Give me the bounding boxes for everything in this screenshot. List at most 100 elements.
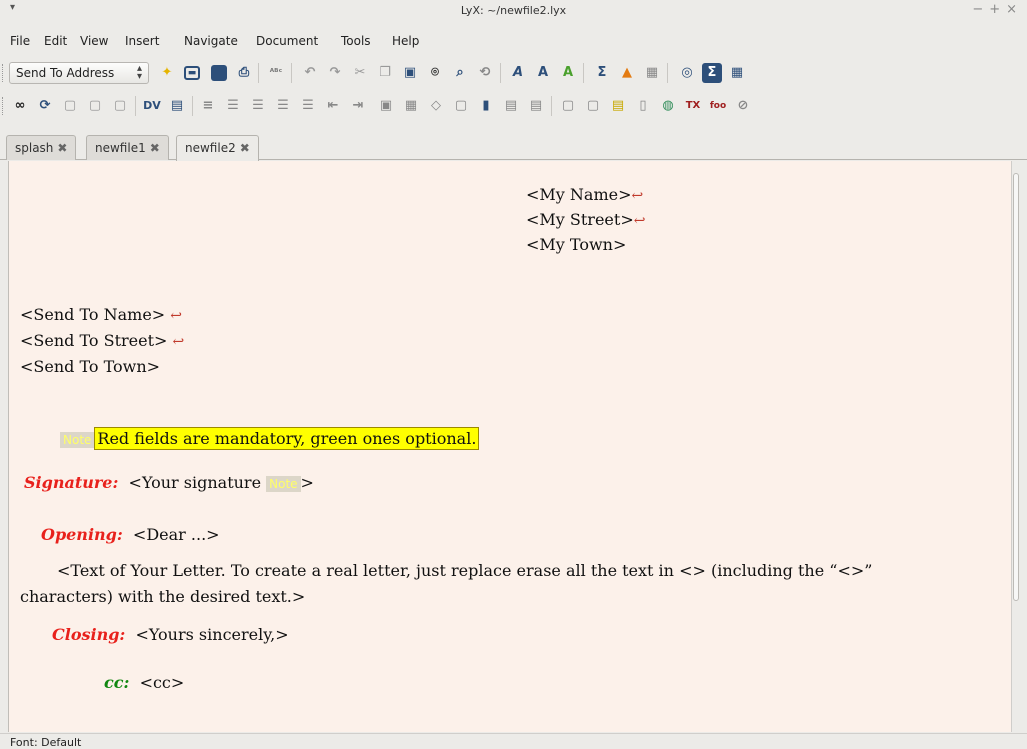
decrease-depth-icon[interactable]: ⇤ <box>323 96 343 116</box>
combo-spin-icon: ▴ ▾ <box>136 63 142 82</box>
menu-insert[interactable]: Insert <box>125 34 159 48</box>
paste-icon[interactable]: ▣ <box>400 63 420 83</box>
menu-tools[interactable]: Tools <box>341 34 371 48</box>
menu-view[interactable]: View <box>80 34 108 48</box>
insert-graphics-icon[interactable]: ▲ <box>617 63 637 83</box>
return-icon: ↩ <box>170 308 183 324</box>
signature-line[interactable]: Signature: <Your signature Note > <box>24 473 314 492</box>
note-inset-label[interactable]: Note <box>60 432 95 448</box>
recipient-town-line[interactable]: <Send To Town> <box>20 357 160 376</box>
math-icon[interactable]: Σ <box>592 63 612 83</box>
menu-help[interactable]: Help <box>392 34 419 48</box>
tab-bar: splash ✖ newfile1 ✖ newfile2 ✖ <box>0 134 1027 161</box>
citation-icon[interactable]: ▮ <box>476 96 496 116</box>
insert-table-small-icon[interactable]: ▦ <box>401 96 421 116</box>
opening-line[interactable]: Opening: <Dear ...> <box>41 525 220 544</box>
layout-combo[interactable]: Send To Address ▴ ▾ <box>9 62 149 84</box>
emphasis-icon[interactable]: A <box>508 63 528 83</box>
sender-town-line[interactable]: <My Town> <box>526 235 626 254</box>
vertical-scrollbar[interactable] <box>1011 161 1019 732</box>
increase-depth-icon[interactable]: ⇥ <box>348 96 368 116</box>
close-icon[interactable]: ✖ <box>150 141 160 155</box>
navigator-icon[interactable]: ◎ <box>677 63 697 83</box>
find-icon[interactable]: ⌾ <box>425 63 445 83</box>
menu-file[interactable]: File <box>10 34 30 48</box>
tab-splash[interactable]: splash ✖ <box>6 135 77 160</box>
insert-image-icon[interactable]: ▣ <box>376 96 396 116</box>
signature-note-inset[interactable]: Note <box>266 476 301 492</box>
footnote-icon[interactable]: ▢ <box>558 96 578 116</box>
text-style-icon[interactable]: A <box>558 63 578 83</box>
index-icon[interactable]: ▤ <box>501 96 521 116</box>
url-icon[interactable]: ◍ <box>658 96 678 116</box>
save-icon[interactable] <box>211 65 227 81</box>
menu-edit[interactable]: Edit <box>44 34 67 48</box>
marginal-note-icon[interactable]: ▢ <box>583 96 603 116</box>
list-icon[interactable]: ☰ <box>298 96 318 116</box>
window-controls[interactable]: −+× <box>972 2 1023 17</box>
attachment-icon[interactable]: ⊘ <box>733 96 753 116</box>
tab-label: splash <box>15 141 54 155</box>
sender-name-line[interactable]: <My Name>↩ <box>526 185 643 204</box>
sender-street-line[interactable]: <My Street>↩ <box>526 210 645 229</box>
cross-reference-icon[interactable]: ▢ <box>451 96 471 116</box>
print-icon[interactable]: ⎙ <box>234 63 254 83</box>
math-panel-icon[interactable]: Σ <box>702 63 722 83</box>
close-icon[interactable]: ✖ <box>57 141 67 155</box>
nomenclature-icon[interactable]: ▤ <box>526 96 546 116</box>
recipient-name-line[interactable]: <Send To Name> ↩ <box>20 305 182 324</box>
body-text-line-1[interactable]: <Text of Your Letter. To create a real l… <box>57 561 872 580</box>
menu-navigate[interactable]: Navigate <box>184 34 238 48</box>
spellcheck-icon[interactable]: ᴬᴮᶜ <box>266 63 286 83</box>
copy-icon[interactable]: ❐ <box>375 63 395 83</box>
insert-table-icon[interactable]: ▦ <box>642 63 662 83</box>
tab-label: newfile2 <box>185 141 236 155</box>
noun-icon[interactable]: A <box>533 63 553 83</box>
opening-label: Opening: <box>41 525 123 544</box>
references-icon[interactable]: ⟲ <box>475 63 495 83</box>
note-icon[interactable]: ▤ <box>608 96 628 116</box>
compare-icon[interactable]: ▤ <box>167 96 187 116</box>
open-document-icon[interactable]: ▬ <box>184 66 200 80</box>
label-icon[interactable]: ◇ <box>426 96 446 116</box>
description-list-icon[interactable]: ☰ <box>273 96 293 116</box>
version-control-icon[interactable]: DV <box>142 96 162 116</box>
undo-icon[interactable]: ↶ <box>300 63 320 83</box>
update-icon[interactable]: ⟳ <box>35 96 55 116</box>
find-replace-icon[interactable]: ⌕ <box>450 63 470 83</box>
tab-newfile1[interactable]: newfile1 ✖ <box>86 135 169 160</box>
box-icon[interactable]: ▯ <box>633 96 653 116</box>
cut-icon[interactable]: ✂ <box>350 63 370 83</box>
closing-line[interactable]: Closing: <Yours sincerely,> <box>52 625 289 644</box>
paragraph-icon[interactable]: ≡ <box>198 96 218 116</box>
menu-document[interactable]: Document <box>256 34 318 48</box>
separator <box>291 63 292 83</box>
note-highlight-box: Red fields are mandatory, green ones opt… <box>94 427 480 450</box>
recipient-street-line[interactable]: <Send To Street> ↩ <box>20 331 184 350</box>
cc-line[interactable]: cc: <cc> <box>104 673 184 692</box>
view-other-icon[interactable]: ▢ <box>60 96 80 116</box>
scrollbar-thumb[interactable] <box>1013 173 1019 601</box>
bulleted-list-icon[interactable]: ☰ <box>248 96 268 116</box>
view-icon[interactable]: ∞ <box>10 96 30 116</box>
tab-newfile2[interactable]: newfile2 ✖ <box>176 135 259 161</box>
separator <box>583 63 584 83</box>
cc-label: cc: <box>104 673 130 692</box>
export-icon[interactable]: ▢ <box>110 96 130 116</box>
secondary-toolbar: ∞ ⟳ ▢ ▢ ▢ DV ▤ ≡ ☰ ☰ ☰ ☰ ⇤ ⇥ ▣ ▦ ◇ ▢ ▮ ▤… <box>0 91 1027 121</box>
new-document-icon[interactable]: ✦ <box>157 63 177 83</box>
recipient-name: <Send To Name> <box>20 305 166 324</box>
hyperlink-icon[interactable]: foo <box>708 96 728 116</box>
note-paragraph[interactable]: Note Red fields are mandatory, green ones… <box>60 427 480 450</box>
close-icon[interactable]: ✖ <box>240 141 250 155</box>
document-editor[interactable]: <My Name>↩ <My Street>↩ <My Town> <Send … <box>8 161 1019 732</box>
sender-name: <My Name> <box>526 185 632 204</box>
toolbar-grip[interactable] <box>2 97 5 115</box>
redo-icon[interactable]: ↷ <box>325 63 345 83</box>
numbered-list-icon[interactable]: ☰ <box>223 96 243 116</box>
update-other-icon[interactable]: ▢ <box>85 96 105 116</box>
toolbar-grip[interactable] <box>2 64 5 82</box>
tex-code-icon[interactable]: TX <box>683 96 703 116</box>
body-text-line-2[interactable]: characters) with the desired text.> <box>20 587 305 606</box>
table-panel-icon[interactable]: ▦ <box>727 63 747 83</box>
